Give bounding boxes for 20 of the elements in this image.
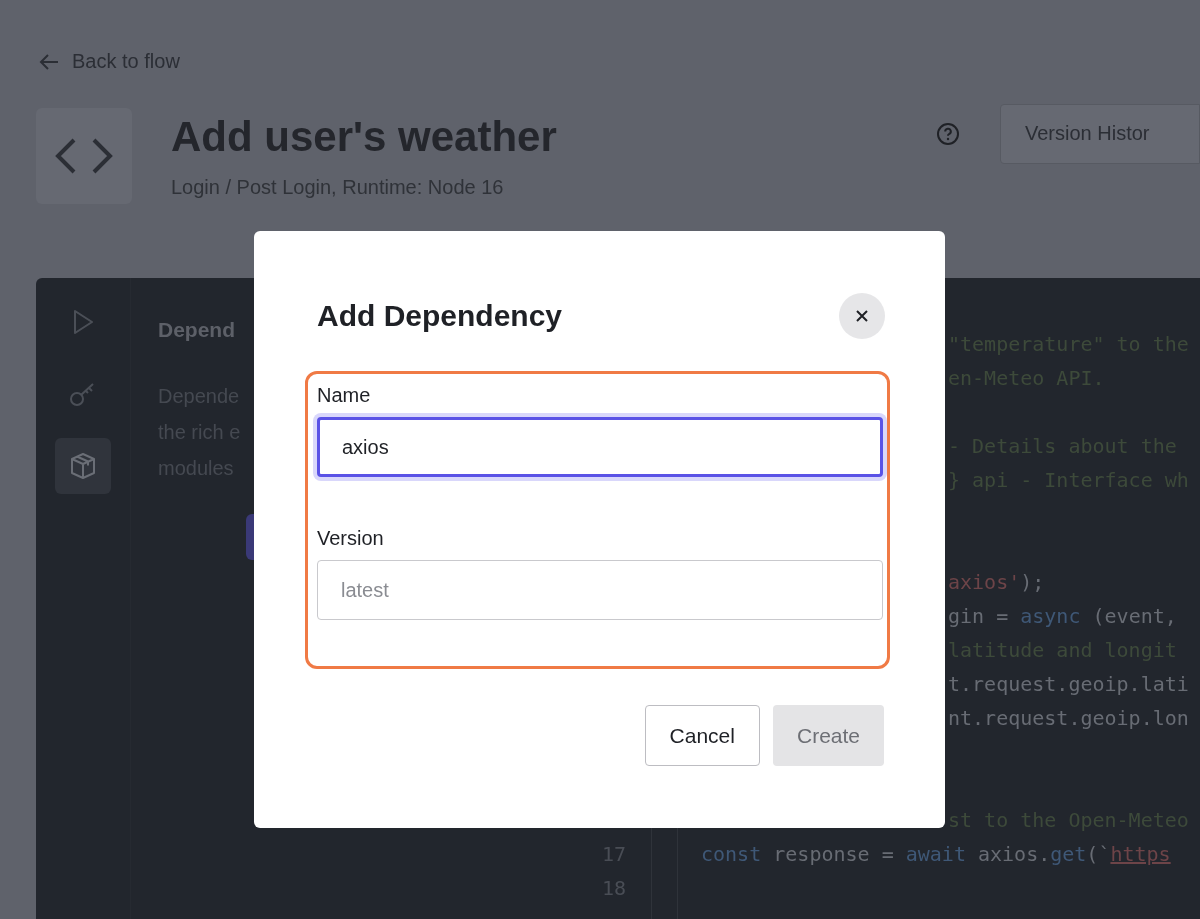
code-line: gin = async (event, bbox=[948, 603, 1177, 630]
help-icon[interactable] bbox=[936, 121, 960, 146]
version-history-button[interactable]: Version Histor bbox=[1000, 103, 1200, 164]
cancel-button[interactable]: Cancel bbox=[644, 705, 760, 766]
code-line: nt.request.geoip.lon bbox=[948, 705, 1189, 732]
input-field[interactable]: latest bbox=[317, 560, 883, 620]
dialog-title: Add Dependency bbox=[317, 299, 563, 333]
code-icon bbox=[36, 107, 132, 204]
close-icon bbox=[855, 309, 869, 323]
code-line: const response = await axios.get(`https bbox=[701, 841, 1171, 868]
input-field[interactable]: axios bbox=[317, 417, 883, 477]
code-line: t.request.geoip.lati bbox=[948, 671, 1189, 698]
field-label: Name bbox=[317, 384, 372, 407]
arrow-left-icon bbox=[38, 52, 60, 71]
page-title: Add user's weather bbox=[171, 115, 558, 158]
pane-title: Depend bbox=[158, 318, 235, 341]
close-button[interactable] bbox=[839, 293, 885, 339]
code-line: axios'); bbox=[948, 569, 1045, 596]
field-label: Version bbox=[317, 527, 385, 550]
box-icon[interactable] bbox=[55, 438, 111, 494]
